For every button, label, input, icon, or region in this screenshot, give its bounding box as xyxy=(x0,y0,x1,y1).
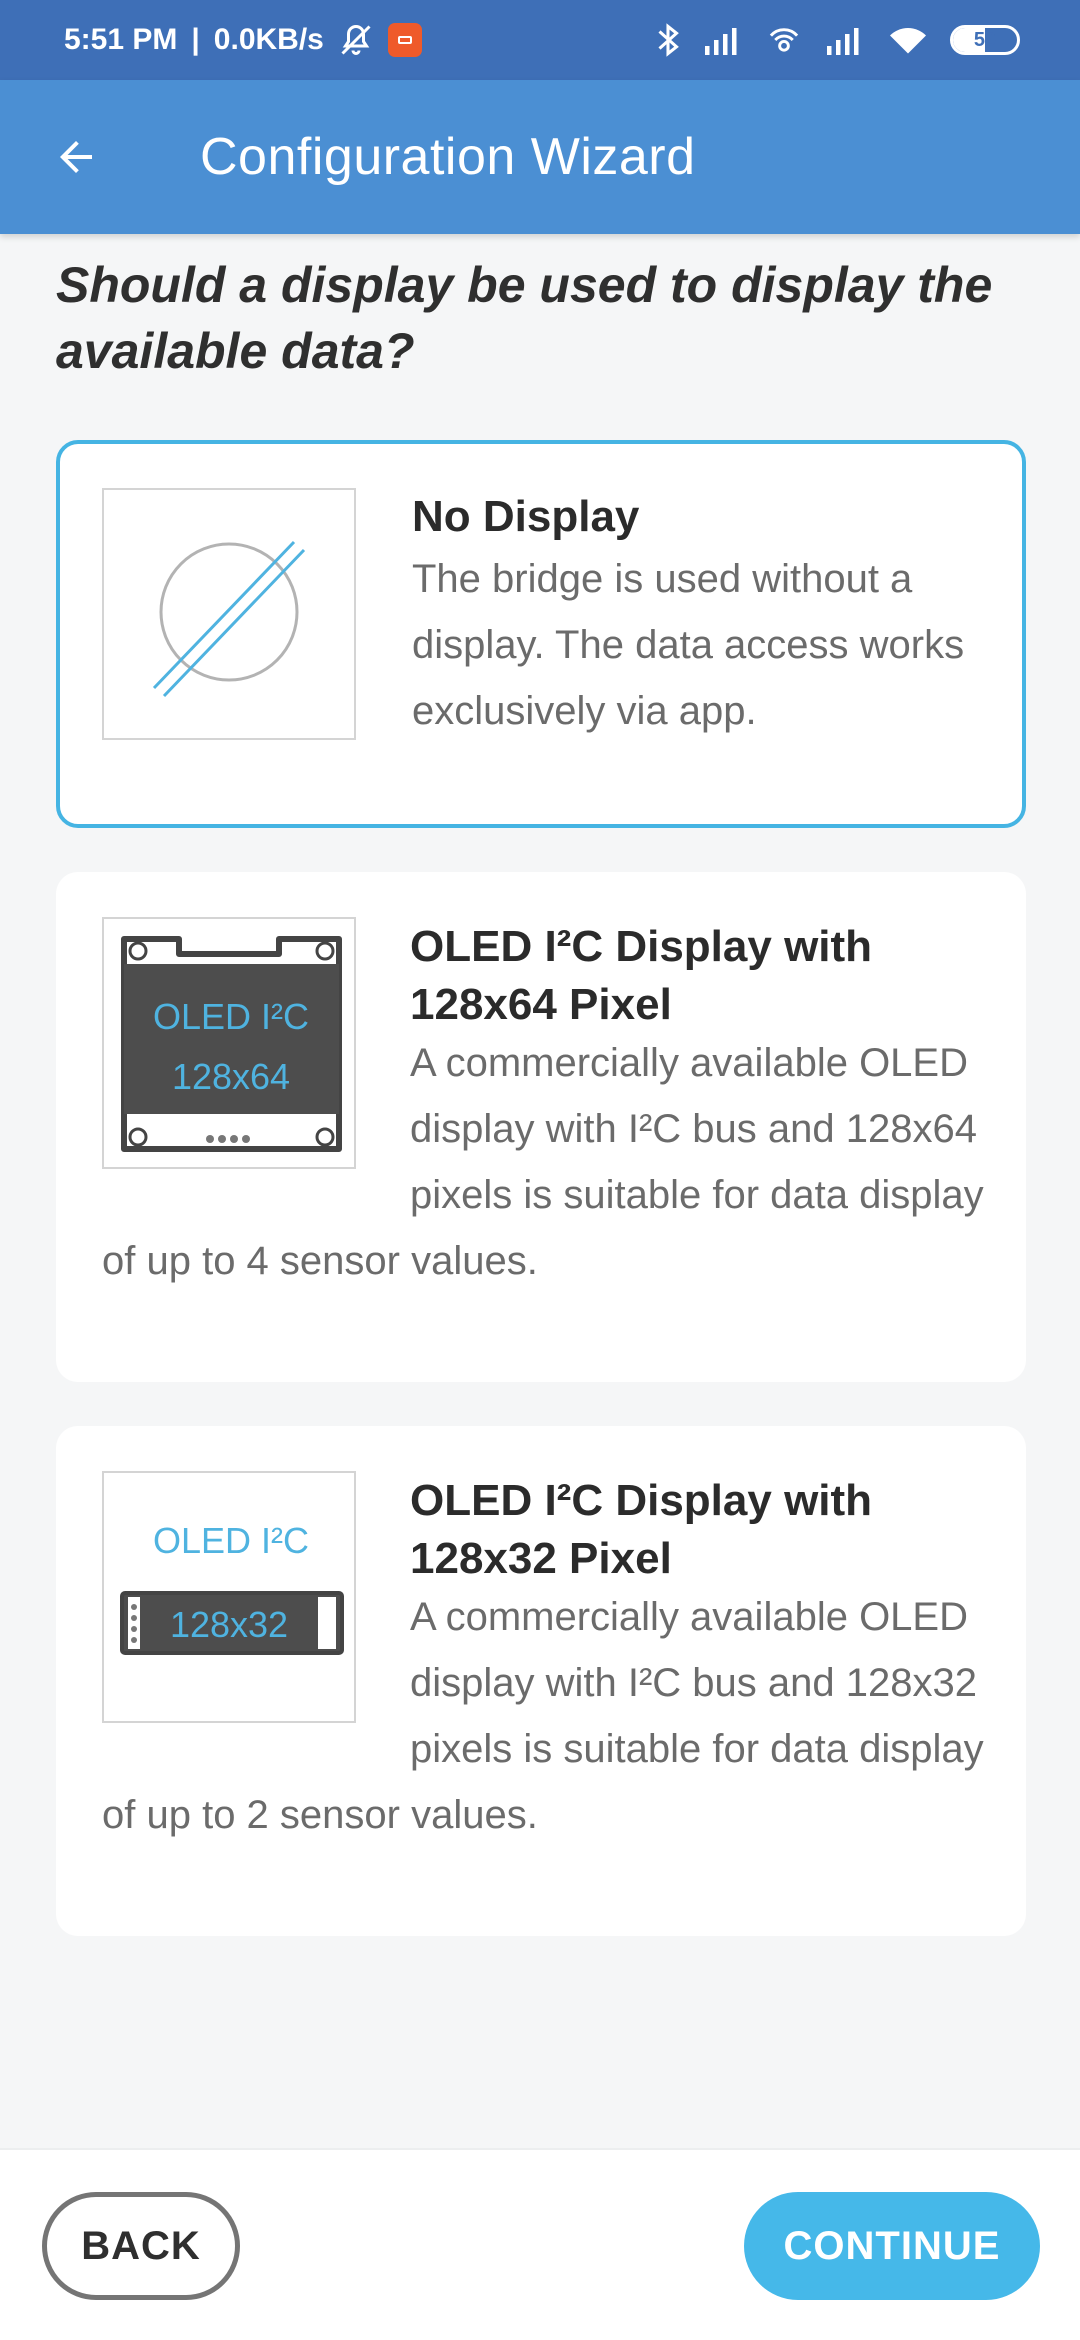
option-description-wrap: A commercially available OLED display wi… xyxy=(102,1030,992,1294)
option-title: OLED I²C Display with 128x32 Pixel xyxy=(410,1476,873,1583)
signal-icon xyxy=(702,25,744,55)
option-oled-128x32[interactable]: OLED I²C 128x32 OLED I²C Display with 12… xyxy=(56,1426,1026,1936)
wifi-icon xyxy=(888,25,928,55)
no-display-image xyxy=(102,488,356,740)
bottom-bar: BACK CONTINUE xyxy=(0,2148,1080,2340)
page-title: Configuration Wizard xyxy=(200,128,696,186)
option-title: No Display xyxy=(412,492,640,541)
question-heading: Should a display be used to display the … xyxy=(56,257,993,379)
battery-level: 50 xyxy=(973,28,997,51)
option-title: OLED I²C Display with 128x64 Pixel xyxy=(410,922,873,1029)
status-time: 5:51 PM xyxy=(64,23,178,56)
bluetooth-icon xyxy=(656,23,680,57)
status-left: 5:51 PM | 0.0KB/s xyxy=(64,22,422,58)
status-bar: 5:51 PM | 0.0KB/s 50 xyxy=(0,0,1080,80)
back-button[interactable]: BACK xyxy=(42,2192,240,2300)
option-oled-128x64[interactable]: OLED I²C 128x64 OLED I²C Display with 12… xyxy=(56,872,1026,1382)
oled-image-label: OLED I²C xyxy=(153,1520,309,1561)
battery-icon: 50 xyxy=(950,25,1020,55)
back-arrow-button[interactable] xyxy=(0,80,160,234)
notifications-muted-icon xyxy=(338,22,374,58)
continue-button[interactable]: CONTINUE xyxy=(744,2192,1040,2300)
option-no-display[interactable]: No Display The bridge is used without a … xyxy=(56,440,1026,828)
option-description: The bridge is used without a display. Th… xyxy=(412,557,965,733)
hotspot-icon xyxy=(766,24,802,56)
status-right: 50 xyxy=(656,23,1020,57)
signal-icon-2 xyxy=(824,25,866,55)
arrow-left-icon xyxy=(60,141,92,173)
option-description-wrap: A commercially available OLED display wi… xyxy=(102,1584,992,1848)
app-bar: Configuration Wizard xyxy=(0,80,1080,234)
status-net-speed: 0.0KB/s xyxy=(213,23,324,56)
status-separator: | xyxy=(191,23,200,56)
app-notification-icon xyxy=(387,23,422,57)
